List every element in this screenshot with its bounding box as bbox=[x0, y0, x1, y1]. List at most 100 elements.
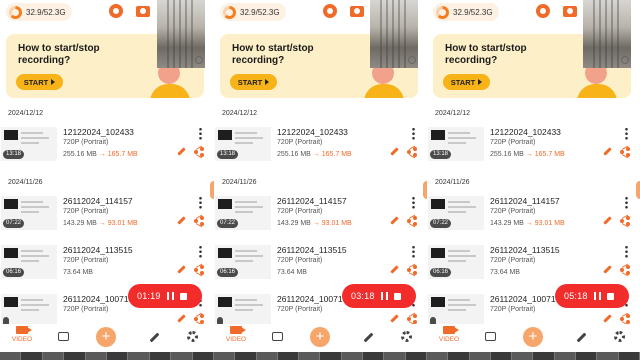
start-button[interactable]: START bbox=[230, 74, 277, 90]
edit-pencil-icon[interactable] bbox=[603, 314, 612, 323]
recording-item[interactable]: 07:22 26112024_114157 720P (Portrait) 14… bbox=[0, 196, 214, 248]
nav-edit-icon[interactable] bbox=[363, 332, 374, 343]
more-options-icon[interactable] bbox=[625, 196, 628, 209]
more-options-icon[interactable] bbox=[412, 127, 415, 140]
nav-add-button[interactable]: + bbox=[96, 327, 116, 347]
edit-pencil-icon[interactable] bbox=[603, 216, 612, 225]
recording-controls[interactable]: 01:19 bbox=[128, 284, 202, 308]
recording-item[interactable]: 07:22 26112024_114157 720P (Portrait) 14… bbox=[427, 196, 640, 248]
nav-video-tab[interactable]: VIDEO bbox=[435, 326, 463, 343]
more-options-icon[interactable] bbox=[199, 196, 202, 209]
edit-pencil-icon[interactable] bbox=[390, 265, 399, 274]
camera-icon[interactable] bbox=[350, 6, 364, 17]
pause-icon[interactable] bbox=[593, 292, 601, 300]
more-options-icon[interactable] bbox=[199, 127, 202, 140]
stop-icon[interactable] bbox=[179, 292, 187, 300]
nav-photo-icon[interactable] bbox=[485, 332, 496, 341]
mic-off-icon[interactable] bbox=[195, 56, 203, 64]
recording-controls[interactable]: 03:18 bbox=[342, 284, 416, 308]
stop-icon[interactable] bbox=[393, 292, 401, 300]
mic-off-icon[interactable] bbox=[621, 56, 629, 64]
recording-thumbnail[interactable]: 07:22 bbox=[1, 196, 57, 230]
nav-photo-icon[interactable] bbox=[58, 332, 69, 341]
nav-photo-icon[interactable] bbox=[272, 332, 283, 341]
pause-icon[interactable] bbox=[166, 292, 174, 300]
recording-item[interactable]: 13:18 12122024_102433 720P (Portrait) 25… bbox=[214, 127, 427, 179]
recording-thumbnail[interactable]: 06:16 bbox=[428, 245, 484, 279]
nav-add-button[interactable]: + bbox=[523, 327, 543, 347]
share-icon[interactable] bbox=[194, 214, 204, 228]
pause-icon[interactable] bbox=[380, 292, 388, 300]
more-options-icon[interactable] bbox=[625, 245, 628, 258]
camera-icon[interactable] bbox=[563, 6, 577, 17]
nav-edit-icon[interactable] bbox=[149, 332, 160, 343]
record-icon[interactable] bbox=[109, 4, 123, 18]
edit-pencil-icon[interactable] bbox=[177, 265, 186, 274]
settings-gear-icon[interactable] bbox=[187, 331, 198, 342]
recording-controls[interactable]: 05:18 bbox=[555, 284, 629, 308]
edit-pencil-icon[interactable] bbox=[390, 216, 399, 225]
share-icon[interactable] bbox=[620, 263, 630, 277]
recording-thumbnail[interactable]: 13:18 bbox=[1, 127, 57, 161]
edit-pencil-icon[interactable] bbox=[390, 314, 399, 323]
share-icon[interactable] bbox=[407, 214, 417, 228]
more-options-icon[interactable] bbox=[625, 127, 628, 140]
share-icon[interactable] bbox=[620, 145, 630, 159]
camera-preview[interactable] bbox=[370, 0, 418, 68]
record-icon[interactable] bbox=[536, 4, 550, 18]
storage-chip[interactable]: 32.9/52.3G bbox=[433, 3, 499, 21]
share-icon[interactable] bbox=[407, 145, 417, 159]
share-icon[interactable] bbox=[194, 263, 204, 277]
storage-chip[interactable]: 32.9/52.3G bbox=[6, 3, 72, 21]
start-button[interactable]: START bbox=[443, 74, 490, 90]
camera-icon[interactable] bbox=[136, 6, 150, 17]
recording-thumbnail[interactable] bbox=[1, 294, 57, 328]
more-options-icon[interactable] bbox=[412, 245, 415, 258]
recording-thumbnail[interactable]: 07:22 bbox=[428, 196, 484, 230]
settings-gear-icon[interactable] bbox=[401, 331, 412, 342]
recording-thumbnail[interactable]: 06:16 bbox=[1, 245, 57, 279]
nav-add-button[interactable]: + bbox=[310, 327, 330, 347]
nav-video-tab[interactable]: VIDEO bbox=[222, 326, 250, 343]
recording-item[interactable]: 13:18 12122024_102433 720P (Portrait) 25… bbox=[427, 127, 640, 179]
recording-item[interactable]: 07:22 26112024_114157 720P (Portrait) 14… bbox=[214, 196, 427, 248]
recording-resolution: 720P (Portrait) bbox=[63, 306, 109, 313]
settings-gear-icon[interactable] bbox=[614, 331, 625, 342]
recording-thumbnail[interactable] bbox=[215, 294, 271, 328]
video-thumbnail-strip bbox=[214, 352, 427, 360]
start-button[interactable]: START bbox=[16, 74, 63, 90]
nav-video-tab[interactable]: VIDEO bbox=[8, 326, 36, 343]
recording-item[interactable]: 13:18 12122024_102433 720P (Portrait) 25… bbox=[0, 127, 214, 179]
recording-thumbnail[interactable]: 13:18 bbox=[215, 127, 271, 161]
stop-icon[interactable] bbox=[606, 292, 614, 300]
compress-arrow: → bbox=[525, 220, 533, 227]
recording-thumbnail[interactable]: 07:22 bbox=[215, 196, 271, 230]
recording-thumbnail[interactable] bbox=[428, 294, 484, 328]
thumbnail-block bbox=[4, 297, 18, 307]
share-icon[interactable] bbox=[620, 214, 630, 228]
camera-preview[interactable] bbox=[157, 0, 205, 68]
more-options-icon[interactable] bbox=[199, 245, 202, 258]
storage-chip[interactable]: 32.9/52.3G bbox=[220, 3, 286, 21]
share-icon[interactable] bbox=[194, 145, 204, 159]
share-icon[interactable] bbox=[407, 263, 417, 277]
camera-preview[interactable] bbox=[583, 0, 631, 68]
more-options-icon[interactable] bbox=[412, 196, 415, 209]
edit-pencil-icon[interactable] bbox=[177, 216, 186, 225]
edit-pencil-icon[interactable] bbox=[390, 147, 399, 156]
nav-edit-icon[interactable] bbox=[576, 332, 587, 343]
recording-thumbnail[interactable]: 06:16 bbox=[215, 245, 271, 279]
edit-pencil-icon[interactable] bbox=[177, 314, 186, 323]
edit-pencil-icon[interactable] bbox=[177, 147, 186, 156]
duration-badge: 07:22 bbox=[3, 219, 25, 228]
edit-pencil-icon[interactable] bbox=[603, 147, 612, 156]
share-icon[interactable] bbox=[194, 312, 204, 326]
side-handle[interactable] bbox=[636, 181, 640, 199]
mic-off-icon[interactable] bbox=[408, 56, 416, 64]
edit-pencil-icon[interactable] bbox=[603, 265, 612, 274]
share-icon[interactable] bbox=[407, 312, 417, 326]
recording-thumbnail[interactable]: 13:18 bbox=[428, 127, 484, 161]
share-icon[interactable] bbox=[620, 312, 630, 326]
record-icon[interactable] bbox=[323, 4, 337, 18]
strip-thumbnail bbox=[618, 352, 640, 360]
